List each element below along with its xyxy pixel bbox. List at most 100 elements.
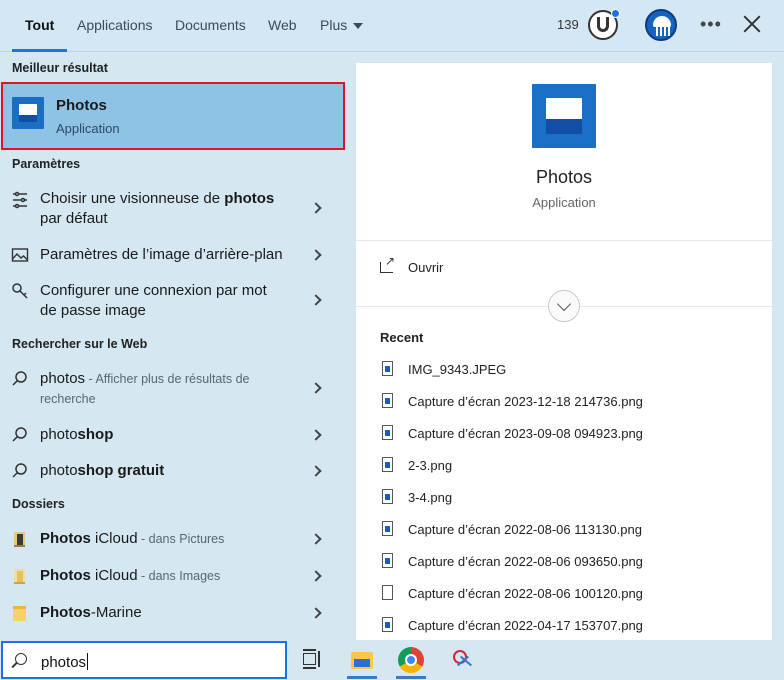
- taskbar: photos: [0, 640, 784, 680]
- web-result-hint-line2: recherche: [40, 392, 96, 406]
- search-icon: [12, 427, 27, 442]
- chrome-icon[interactable]: [398, 647, 424, 673]
- rewards-icon[interactable]: [588, 9, 620, 40]
- folder-item[interactable]: Photos-Marine: [0, 603, 354, 623]
- recent-file[interactable]: Capture d’écran 2022-08-06 100120.png: [380, 585, 760, 605]
- avatar[interactable]: [645, 9, 677, 41]
- settings-item-label-line2: de passe image: [40, 302, 146, 319]
- folder-name: iCloud: [90, 567, 138, 584]
- folder-item[interactable]: Photos iCloud - dans Pictures: [0, 529, 354, 549]
- file-name: IMG_9343.JPEG: [408, 362, 507, 377]
- tab-applications[interactable]: Applications: [77, 0, 153, 52]
- image-icon: [11, 248, 29, 262]
- search-icon: [15, 653, 27, 665]
- folder-name: -Marine: [90, 604, 142, 621]
- web-result-item[interactable]: photoshop gratuit: [0, 461, 354, 481]
- chevron-right-icon: [310, 607, 322, 619]
- preview-title: Photos: [535, 167, 593, 187]
- search-input[interactable]: photos: [1, 641, 287, 679]
- search-value: photos: [41, 654, 87, 671]
- chevron-right-icon: [310, 465, 322, 477]
- snipping-tool-icon[interactable]: [450, 648, 474, 672]
- file-name: Capture d’écran 2022-08-06 093650.png: [408, 554, 643, 569]
- web-result-hint: - Afficher plus de résultats de: [85, 372, 250, 386]
- folder-item[interactable]: Photos iCloud - dans Images: [0, 566, 354, 586]
- search-icon: [12, 463, 27, 478]
- image-file-icon: [382, 617, 393, 632]
- tab-documents[interactable]: Documents: [175, 0, 246, 52]
- chevron-right-icon: [310, 202, 322, 214]
- task-view-icon[interactable]: [301, 648, 325, 672]
- image-file-icon: [382, 553, 393, 568]
- tab-more[interactable]: Plus: [320, 0, 364, 52]
- notification-dot: [611, 9, 620, 18]
- file-name: Capture d’écran 2022-08-06 113130.png: [408, 522, 642, 537]
- file-name: Capture d’écran 2022-04-17 153707.png: [408, 618, 643, 633]
- divider: [356, 240, 772, 241]
- text-cursor: [87, 653, 89, 670]
- key-icon: [12, 283, 28, 299]
- chevron-right-icon: [310, 294, 322, 306]
- open-icon: [380, 254, 395, 273]
- close-icon[interactable]: [742, 14, 762, 34]
- expand-chevron-button[interactable]: [548, 290, 580, 322]
- recent-file[interactable]: Capture d’écran 2023-09-08 094923.png: [380, 425, 760, 445]
- chevron-right-icon: [310, 429, 322, 441]
- image-file-icon: [382, 489, 393, 504]
- icloud-folder-icon: [14, 532, 25, 547]
- chevron-right-icon: [310, 570, 322, 582]
- recent-file[interactable]: 2-3.png: [380, 457, 760, 477]
- settings-item-label-line2: par défaut: [40, 210, 108, 227]
- web-result-query: photo: [40, 462, 78, 479]
- file-name: Capture d’écran 2022-08-06 100120.png: [408, 586, 643, 601]
- folder-location: - dans Images: [137, 569, 221, 583]
- settings-item-default-viewer[interactable]: Choisir une visionneuse de photos par déf…: [0, 189, 354, 231]
- recent-file[interactable]: Capture d’écran 2022-04-17 153707.png: [380, 617, 760, 637]
- folder-name-match: Photos: [40, 567, 91, 584]
- image-file-icon: [382, 425, 393, 440]
- more-options-icon[interactable]: •••: [700, 14, 722, 35]
- search-scope-tabs: Tout Applications Documents Web Plus 139…: [0, 0, 784, 52]
- icloud-folder-icon: [14, 569, 25, 584]
- image-file-icon: [382, 393, 393, 408]
- results-list: Meilleur résultat Photos Application Par…: [0, 53, 354, 640]
- blank-file-icon: [382, 585, 393, 600]
- best-match-title: Photos: [56, 97, 107, 114]
- recent-heading: Recent: [380, 330, 424, 345]
- file-name: 3-4.png: [408, 490, 453, 505]
- running-indicator: [347, 676, 377, 679]
- web-result-query: photos: [40, 370, 86, 387]
- recent-file[interactable]: Capture d’écran 2022-08-06 113130.png: [380, 521, 760, 541]
- best-match-item[interactable]: Photos Application: [1, 82, 345, 150]
- preview-pane: Photos Application Ouvrir Recent IMG_934…: [356, 63, 772, 640]
- open-label: Ouvrir: [408, 260, 444, 275]
- section-best-match: Meilleur résultat: [12, 61, 108, 75]
- section-settings: Paramètres: [12, 157, 81, 171]
- chevron-right-icon: [310, 382, 322, 394]
- best-match-subtitle: Application: [56, 121, 120, 136]
- web-result-item[interactable]: photos - Afficher plus de résultats de re…: [0, 369, 354, 411]
- file-name: 2-3.png: [408, 458, 453, 473]
- folder-name-match: Photos: [40, 604, 91, 621]
- section-folders: Dossiers: [12, 497, 65, 511]
- tab-web[interactable]: Web: [268, 0, 297, 52]
- file-explorer-icon[interactable]: [350, 648, 374, 672]
- web-result-completion: shop: [77, 426, 114, 443]
- file-name: Capture d’écran 2023-09-08 094923.png: [408, 426, 643, 441]
- folder-location: - dans Pictures: [137, 532, 225, 546]
- search-icon: [12, 371, 27, 386]
- tab-more-label: Plus: [320, 17, 348, 33]
- chevron-down-icon: [353, 23, 364, 30]
- settings-item-label: Paramètres de l’image d’arrière-plan: [40, 246, 283, 263]
- web-result-query: photo: [40, 426, 78, 443]
- settings-item-picture-password[interactable]: Configurer une connexion par mot de passe…: [0, 281, 354, 323]
- recent-file[interactable]: 3-4.png: [380, 489, 760, 509]
- settings-item-background[interactable]: Paramètres de l’image d’arrière-plan: [0, 245, 354, 265]
- tab-all[interactable]: Tout: [12, 0, 68, 52]
- image-file-icon: [382, 361, 393, 376]
- recent-file[interactable]: Capture d’écran 2022-08-06 093650.png: [380, 553, 760, 573]
- match-highlight: photos: [224, 190, 275, 207]
- recent-file[interactable]: IMG_9343.JPEG: [380, 361, 760, 381]
- recent-file[interactable]: Capture d’écran 2023-12-18 214736.png: [380, 393, 760, 413]
- web-result-item[interactable]: photoshop: [0, 425, 354, 445]
